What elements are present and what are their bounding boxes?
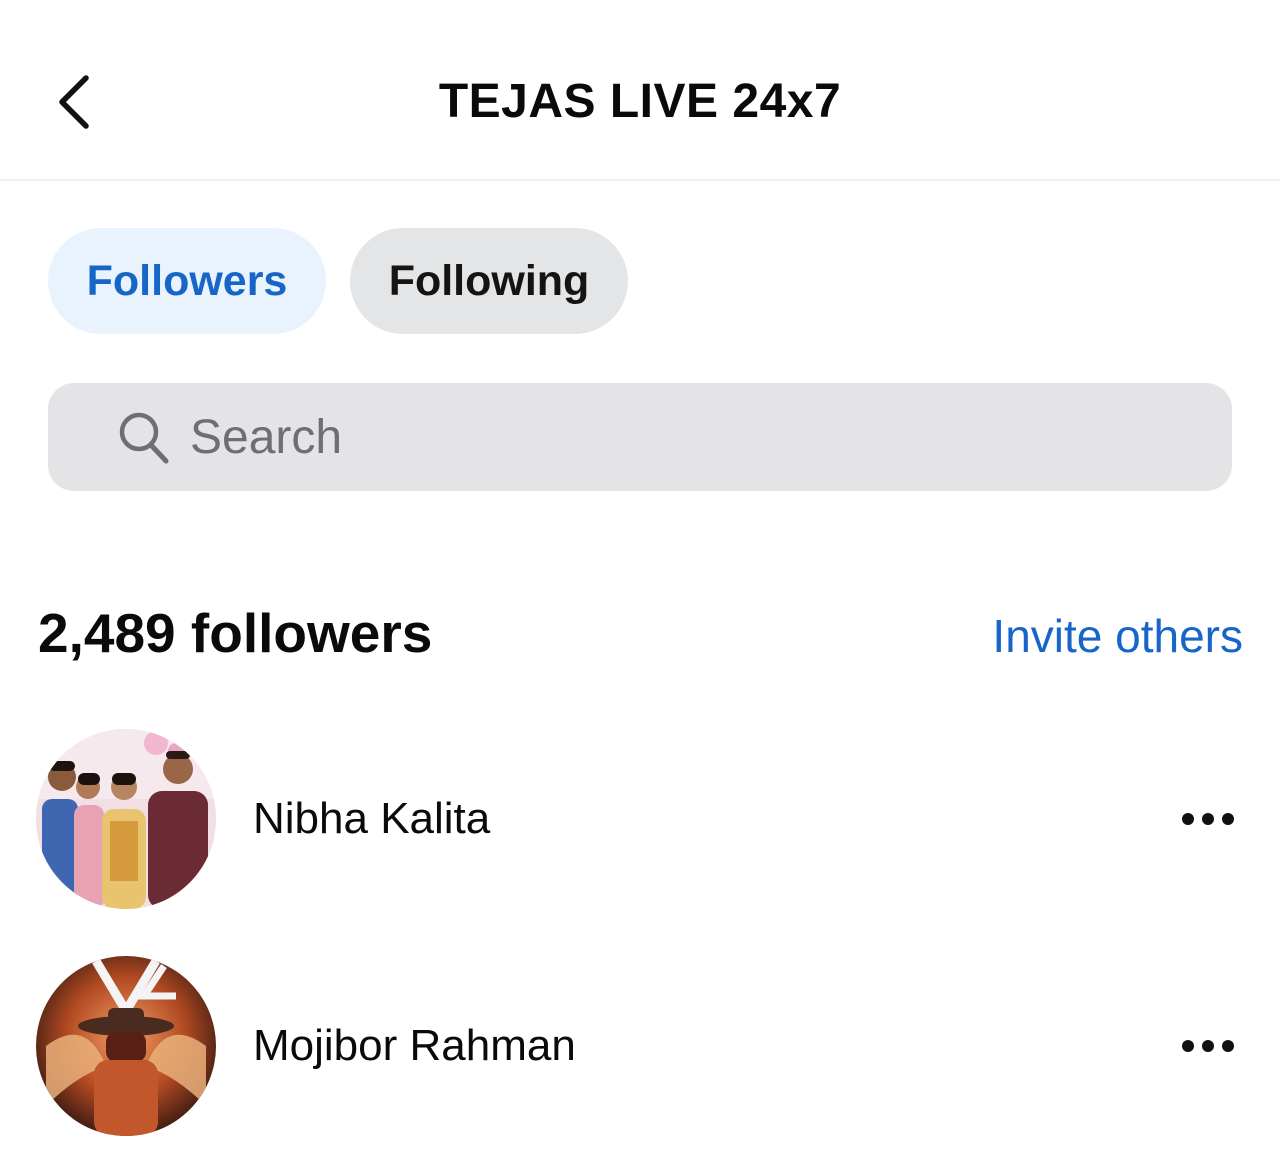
more-options-button[interactable] — [1172, 1028, 1244, 1064]
list-item[interactable]: Mojibor Rahman — [0, 956, 1280, 1146]
followers-count: 2,489 followers — [38, 602, 433, 664]
avatar-photo — [36, 729, 216, 909]
more-options-button[interactable] — [1172, 801, 1244, 837]
page-title: TEJAS LIVE 24x7 — [438, 75, 842, 128]
avatar-photo — [36, 956, 216, 1136]
avatar[interactable] — [36, 956, 216, 1136]
search-icon — [119, 412, 169, 464]
follower-name: Nibha Kalita — [253, 794, 491, 843]
search-input[interactable] — [190, 403, 1190, 471]
more-horizontal-icon — [1182, 1040, 1194, 1052]
invite-others-link[interactable]: Invite others — [992, 608, 1243, 664]
top-bar: TEJAS LIVE 24x7 — [0, 0, 1280, 181]
list-item[interactable]: Nibha Kalita — [0, 729, 1280, 919]
follower-name: Mojibor Rahman — [253, 1021, 576, 1070]
avatar[interactable] — [36, 729, 216, 909]
tab-followers[interactable]: Followers — [48, 228, 326, 334]
search-bar[interactable] — [48, 383, 1232, 491]
tab-following[interactable]: Following — [350, 228, 628, 334]
more-horizontal-icon — [1182, 813, 1194, 825]
